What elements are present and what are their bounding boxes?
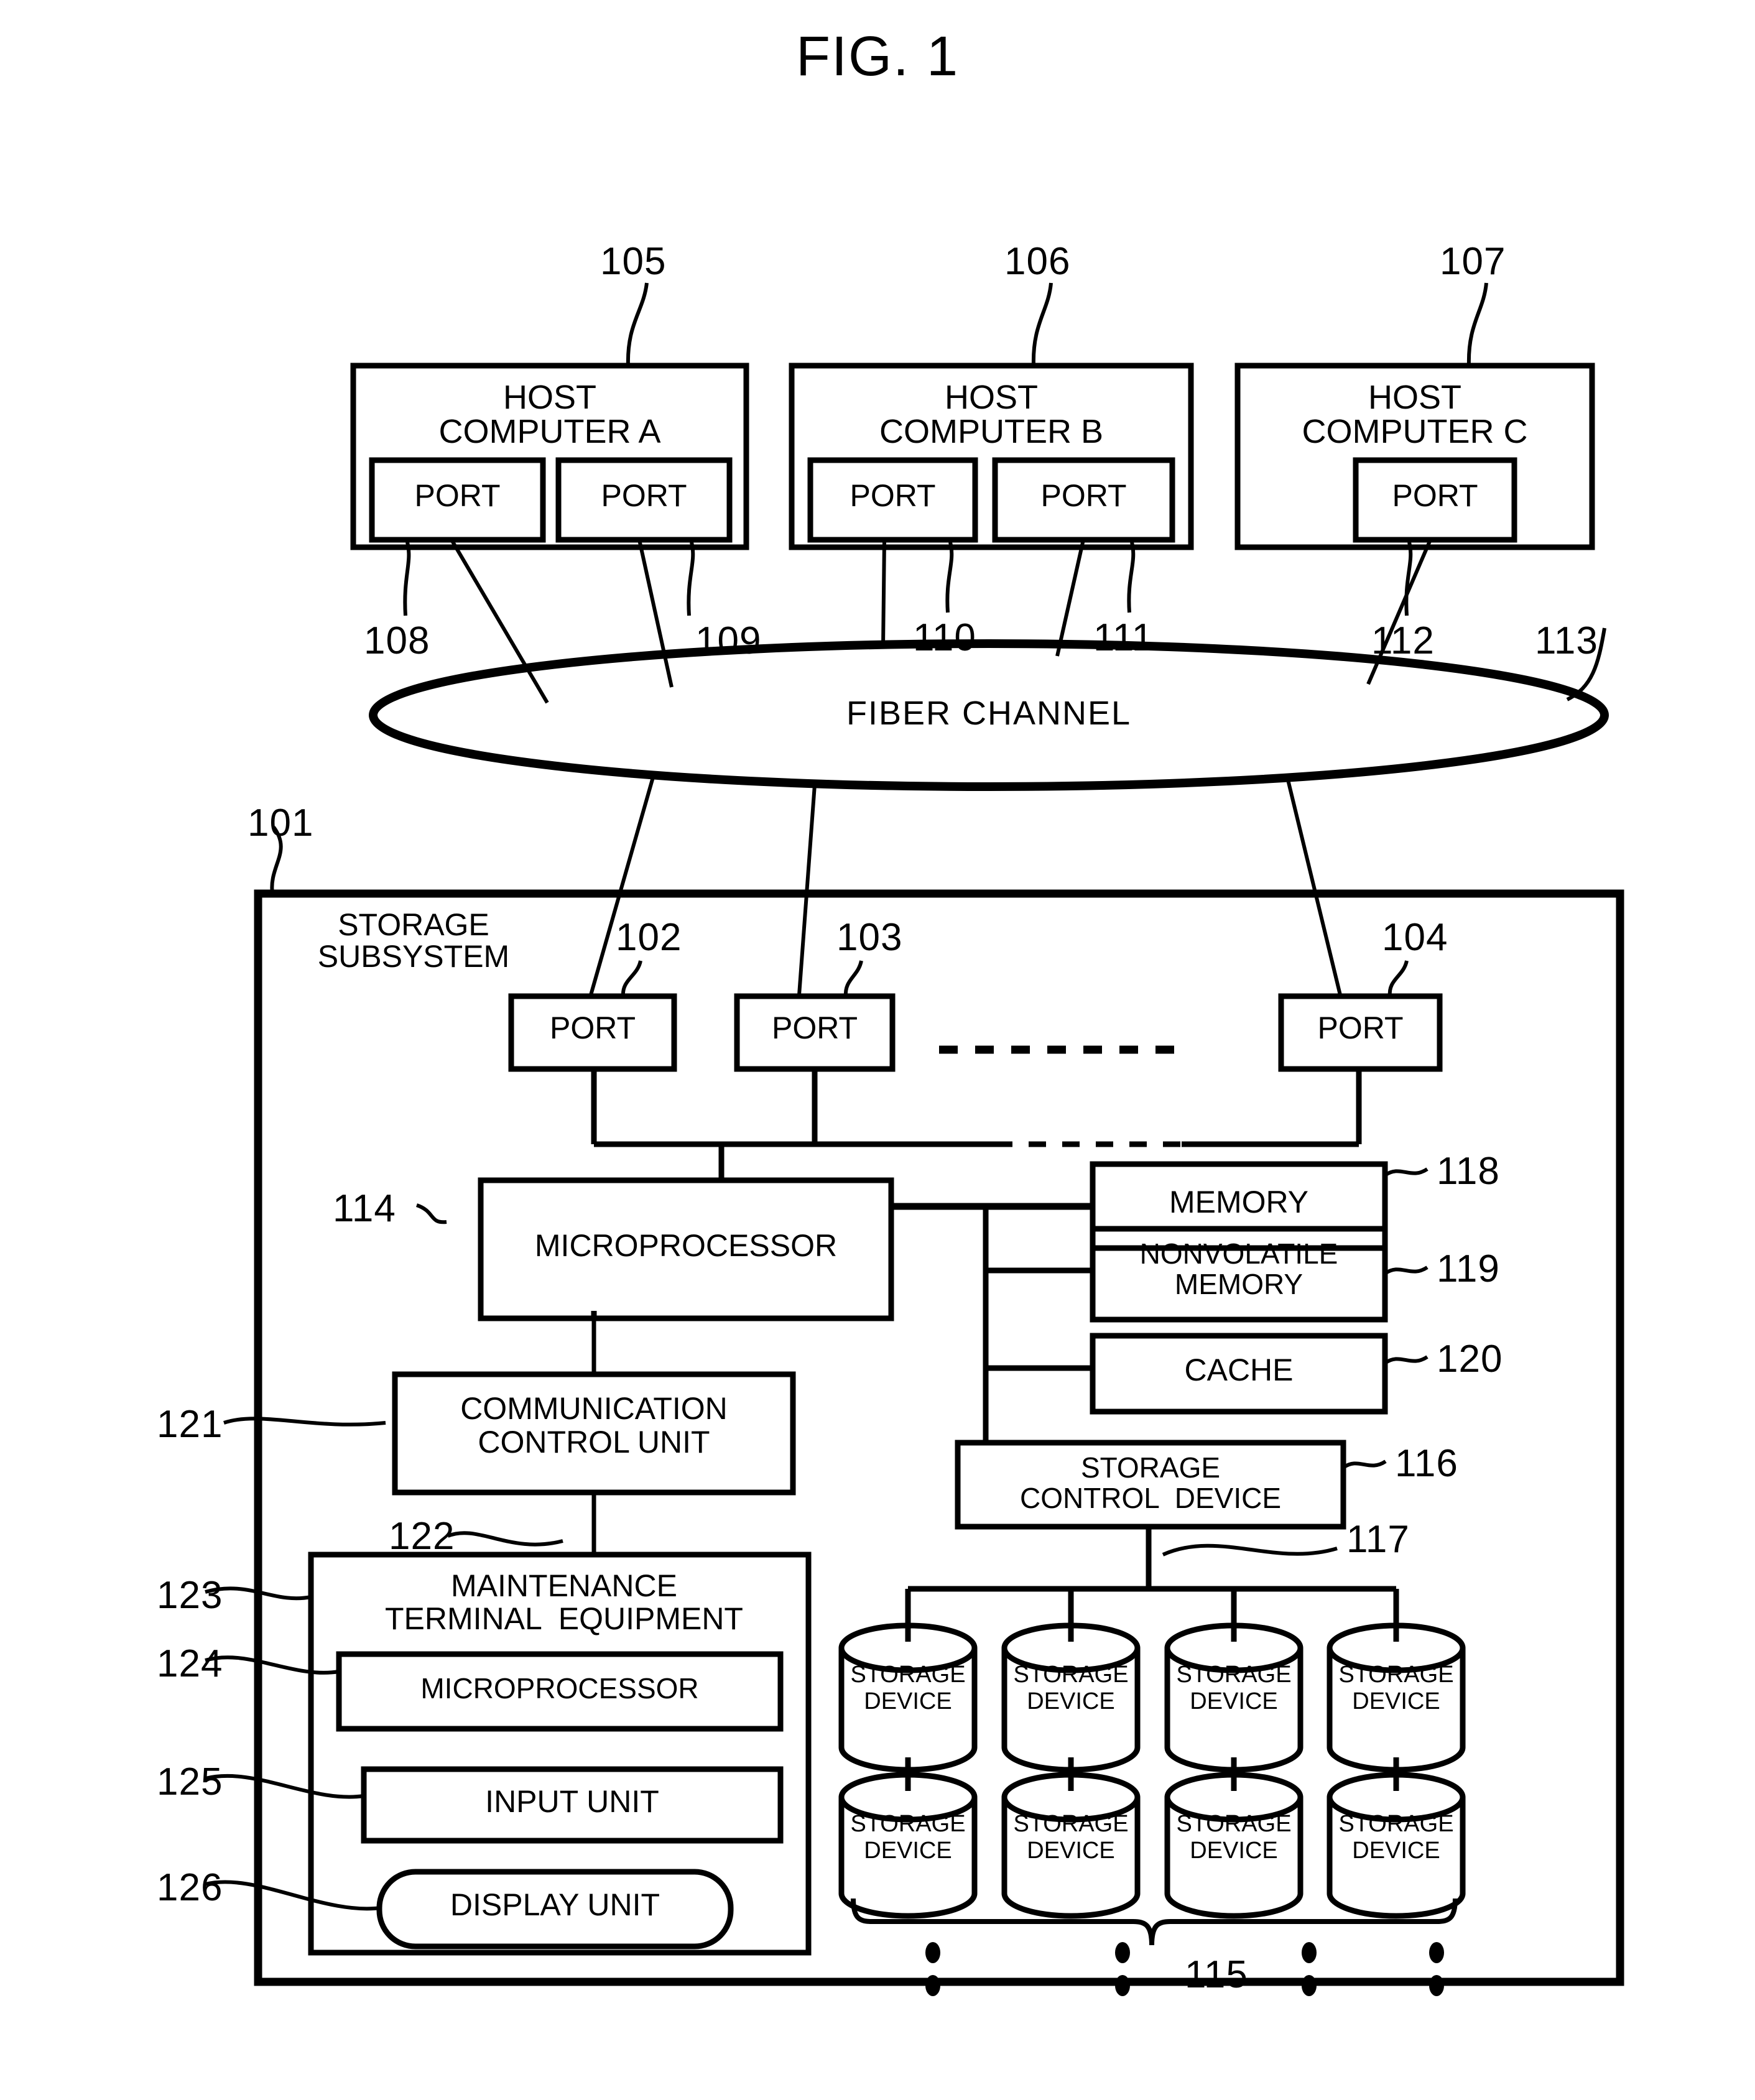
leader-111 [1127, 542, 1136, 613]
subsystem-port-104-label[interactable]: PORT [1281, 1012, 1440, 1044]
leader-126 [205, 1880, 381, 1911]
host-b-port-1-label[interactable]: PORT [810, 480, 975, 512]
host-c-port-1-label[interactable]: PORT [1356, 480, 1514, 512]
host-computer-b-label: HOST COMPUTER B [879, 379, 1104, 451]
leader-119 [1384, 1265, 1429, 1275]
link-fc-to-port-102 [589, 777, 655, 996]
link-host-a-port2-to-fc [637, 539, 674, 688]
ref-119: 119 [1437, 1247, 1500, 1290]
storage-device-label-6: STORAGE DEVICE [1013, 1811, 1129, 1864]
leader-116 [1342, 1459, 1387, 1469]
ref-111: 111 [1093, 616, 1154, 659]
leader-121 [223, 1417, 386, 1427]
ref-126: 126 [157, 1866, 223, 1909]
leader-112 [1404, 542, 1413, 616]
leader-125 [205, 1774, 364, 1799]
communication-control-unit-label: COMMUNICATION CONTROL UNIT [460, 1391, 728, 1459]
ref-113: 113 [1535, 619, 1598, 662]
mte-input-unit-label[interactable]: INPUT UNIT [364, 1786, 780, 1818]
ref-125: 125 [157, 1760, 223, 1803]
leader-109 [687, 542, 695, 616]
host-a-port-1-label[interactable]: PORT [372, 480, 543, 512]
cache-label: CACHE [1184, 1353, 1294, 1387]
leader-103 [843, 960, 863, 997]
nonvolatile-memory-label: NONVOLATILE MEMORY [1139, 1237, 1338, 1300]
leader-108 [403, 542, 411, 616]
storage-control-device-label: STORAGE CONTROL DEVICE [1019, 1451, 1282, 1514]
leader-110 [945, 542, 954, 613]
leader-106 [1031, 282, 1053, 366]
ref-122: 122 [389, 1515, 455, 1558]
leader-102 [621, 960, 642, 997]
storage-device-label-7: STORAGE DEVICE [1176, 1811, 1292, 1864]
storage-devices-brace [851, 1898, 1458, 1946]
storage-device-label-5: STORAGE DEVICE [850, 1811, 966, 1864]
leader-105 [626, 282, 649, 366]
ref-114: 114 [333, 1187, 396, 1230]
figure-canvas: FIG. 1 HOST COMPUTER A PORT PORT HOST CO… [0, 0, 1755, 2100]
link-host-b-port1-to-fc [881, 539, 886, 647]
ref-104: 104 [1382, 916, 1448, 959]
host-computer-a-label: HOST COMPUTER A [438, 379, 661, 451]
ref-105: 105 [600, 240, 667, 283]
ref-121: 121 [157, 1403, 223, 1446]
ref-102: 102 [616, 916, 682, 959]
link-host-b-port2-to-fc [1055, 539, 1085, 657]
storage-device-label-3: STORAGE DEVICE [1176, 1662, 1292, 1714]
leader-122 [447, 1531, 563, 1547]
storage-device-label-1: STORAGE DEVICE [850, 1662, 966, 1714]
storage-device-label-2: STORAGE DEVICE [1013, 1662, 1129, 1714]
leader-118 [1384, 1167, 1429, 1177]
ref-118: 118 [1437, 1150, 1500, 1193]
diagram-svg [205, 282, 1624, 1996]
memory-label: MEMORY [1169, 1185, 1309, 1219]
leader-117 [1162, 1543, 1338, 1556]
ref-124: 124 [157, 1642, 223, 1685]
ref-120: 120 [1437, 1338, 1503, 1381]
leader-124 [205, 1655, 340, 1675]
host-b-port-2-label[interactable]: PORT [995, 480, 1172, 512]
ref-123: 123 [157, 1574, 223, 1617]
ref-109: 109 [695, 619, 762, 662]
mte-microprocessor-label: MICROPROCESSOR [420, 1672, 699, 1705]
subsystem-port-102-label[interactable]: PORT [511, 1012, 674, 1044]
storage-device-label-4: STORAGE DEVICE [1338, 1662, 1454, 1714]
fiber-channel-label: FIBER CHANNEL [846, 695, 1132, 732]
leader-114 [415, 1203, 447, 1224]
leader-104 [1387, 960, 1409, 997]
host-computer-c-label: HOST COMPUTER C [1302, 379, 1528, 451]
host-a-port-2-label[interactable]: PORT [558, 480, 729, 512]
ref-101: 101 [248, 802, 314, 844]
storage-subsystem-label: STORAGE SUBSYSTEM [317, 907, 510, 974]
ref-107: 107 [1440, 240, 1506, 283]
storage-device-label-8: STORAGE DEVICE [1338, 1811, 1454, 1864]
maintenance-terminal-label: MAINTENANCE TERMINAL EQUIPMENT [385, 1568, 743, 1636]
ref-115: 115 [1185, 1953, 1248, 1996]
leader-120 [1384, 1355, 1429, 1365]
subsystem-port-103-label[interactable]: PORT [737, 1012, 892, 1044]
ref-103: 103 [836, 916, 903, 959]
ref-117: 117 [1346, 1518, 1410, 1561]
ref-116: 116 [1395, 1442, 1458, 1485]
ref-112: 112 [1371, 619, 1435, 662]
mte-display-unit-label: DISPLAY UNIT [450, 1887, 660, 1922]
ref-106: 106 [1004, 240, 1071, 283]
leader-107 [1466, 282, 1488, 366]
microprocessor-label: MICROPROCESSOR [534, 1228, 838, 1263]
ref-110: 110 [913, 616, 976, 659]
link-fc-to-port-104 [1285, 777, 1342, 996]
ref-108: 108 [364, 619, 430, 662]
